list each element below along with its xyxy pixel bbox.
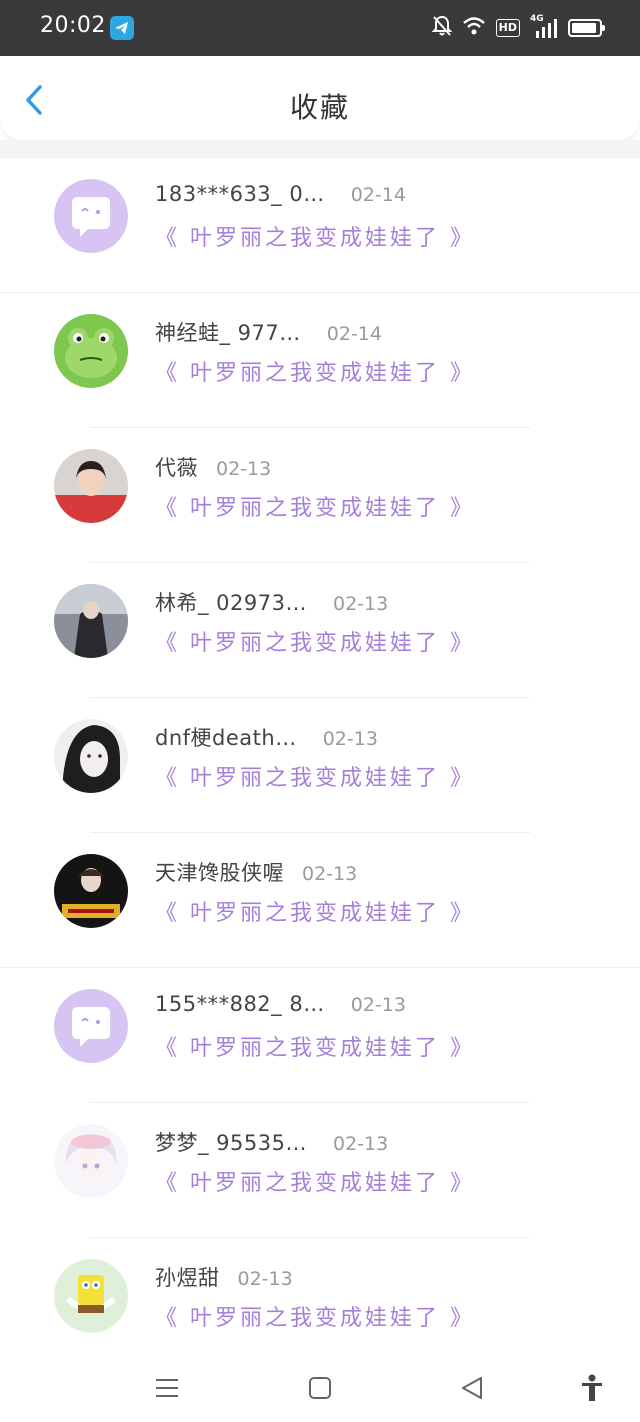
hd-voice-icon: HD	[495, 19, 520, 37]
telegram-notification-icon	[110, 16, 134, 40]
list-item[interactable]: 代薇 02-13 《 叶罗丽之我变成娃娃了 》	[0, 428, 640, 563]
book-title[interactable]: 《 叶罗丽之我变成娃娃了 》	[155, 625, 475, 657]
book-title[interactable]: 《 叶罗丽之我变成娃娃了 》	[155, 490, 475, 522]
signal-icon: 4G	[530, 14, 558, 39]
user-name: 梦梦_ 95535…	[155, 1131, 307, 1155]
page-title: 收藏	[289, 91, 350, 124]
post-date: 02-13	[216, 458, 272, 480]
photo-avatar[interactable]	[54, 719, 128, 793]
mute-bell-icon	[431, 15, 453, 41]
default-chat-avatar[interactable]	[54, 179, 128, 253]
list-item[interactable]: dnf梗death… 02-13 《 叶罗丽之我变成娃娃了 》	[0, 698, 640, 833]
list-item[interactable]: 183***633_ 0… 02-14 《 叶罗丽之我变成娃娃了 》	[0, 158, 640, 293]
user-name: 183***633_ 0…	[155, 182, 325, 206]
page-header: 收藏	[0, 56, 640, 140]
status-time: 20:02	[40, 13, 106, 38]
book-title[interactable]: 《 叶罗丽之我变成娃娃了 》	[155, 220, 475, 252]
network-type: 4G	[530, 14, 544, 24]
book-title[interactable]: 《 叶罗丽之我变成娃娃了 》	[155, 760, 475, 792]
book-title[interactable]: 《 叶罗丽之我变成娃娃了 》	[155, 1165, 475, 1197]
post-date: 02-14	[326, 323, 382, 345]
post-date: 02-13	[237, 1268, 293, 1290]
post-date: 02-13	[350, 994, 406, 1016]
sponge-avatar[interactable]	[54, 1259, 128, 1333]
frog-avatar[interactable]	[54, 314, 128, 388]
list-item[interactable]: 林希_ 02973… 02-13 《 叶罗丽之我变成娃娃了 》	[0, 563, 640, 698]
system-nav-bar	[0, 1360, 640, 1422]
post-date: 02-13	[322, 728, 378, 750]
accessibility-icon[interactable]	[577, 1373, 607, 1403]
post-date: 02-14	[350, 184, 406, 206]
default-chat-avatar[interactable]	[54, 989, 128, 1063]
photo-avatar[interactable]	[54, 584, 128, 658]
status-icons: HD 4G	[431, 14, 605, 41]
user-name: 林希_ 02973…	[155, 591, 307, 615]
book-title[interactable]: 《 叶罗丽之我变成娃娃了 》	[155, 355, 475, 387]
battery-icon	[568, 19, 605, 37]
back-triangle-icon[interactable]	[457, 1373, 487, 1403]
post-date: 02-13	[332, 593, 389, 615]
photo-avatar[interactable]	[54, 449, 128, 523]
user-name: 孙煜甜	[155, 1266, 220, 1290]
post-date: 02-13	[332, 1133, 389, 1155]
book-title[interactable]: 《 叶罗丽之我变成娃娃了 》	[155, 1030, 475, 1062]
menu-icon[interactable]	[152, 1373, 182, 1403]
list-item[interactable]: 梦梦_ 95535… 02-13 《 叶罗丽之我变成娃娃了 》	[0, 1103, 640, 1238]
user-name: 神经蛙_ 977…	[155, 321, 301, 345]
anime-avatar[interactable]	[54, 1124, 128, 1198]
list-item[interactable]: 155***882_ 8… 02-13 《 叶罗丽之我变成娃娃了 》	[0, 968, 640, 1103]
header-spacer	[0, 140, 640, 158]
user-name: dnf梗death…	[155, 726, 297, 750]
user-name: 天津馋股侠喔	[155, 861, 284, 885]
user-name: 代薇	[155, 456, 198, 480]
list-item[interactable]: 神经蛙_ 977… 02-14 《 叶罗丽之我变成娃娃了 》	[0, 293, 640, 428]
wifi-icon	[462, 16, 486, 40]
list-item[interactable]: 天津馋股侠喔 02-13 《 叶罗丽之我变成娃娃了 》	[0, 833, 640, 968]
home-icon[interactable]	[305, 1373, 335, 1403]
list-item[interactable]: 孙煜甜 02-13 《 叶罗丽之我变成娃娃了 》	[0, 1238, 640, 1373]
post-date: 02-13	[302, 863, 358, 885]
status-bar: 20:02 HD 4G	[0, 0, 640, 56]
book-title[interactable]: 《 叶罗丽之我变成娃娃了 》	[155, 1300, 475, 1332]
photo-avatar[interactable]	[54, 854, 128, 928]
user-name: 155***882_ 8…	[155, 992, 325, 1016]
favorites-list: 183***633_ 0… 02-14 《 叶罗丽之我变成娃娃了 》 神经蛙_ …	[0, 158, 640, 1373]
book-title[interactable]: 《 叶罗丽之我变成娃娃了 》	[155, 895, 475, 927]
